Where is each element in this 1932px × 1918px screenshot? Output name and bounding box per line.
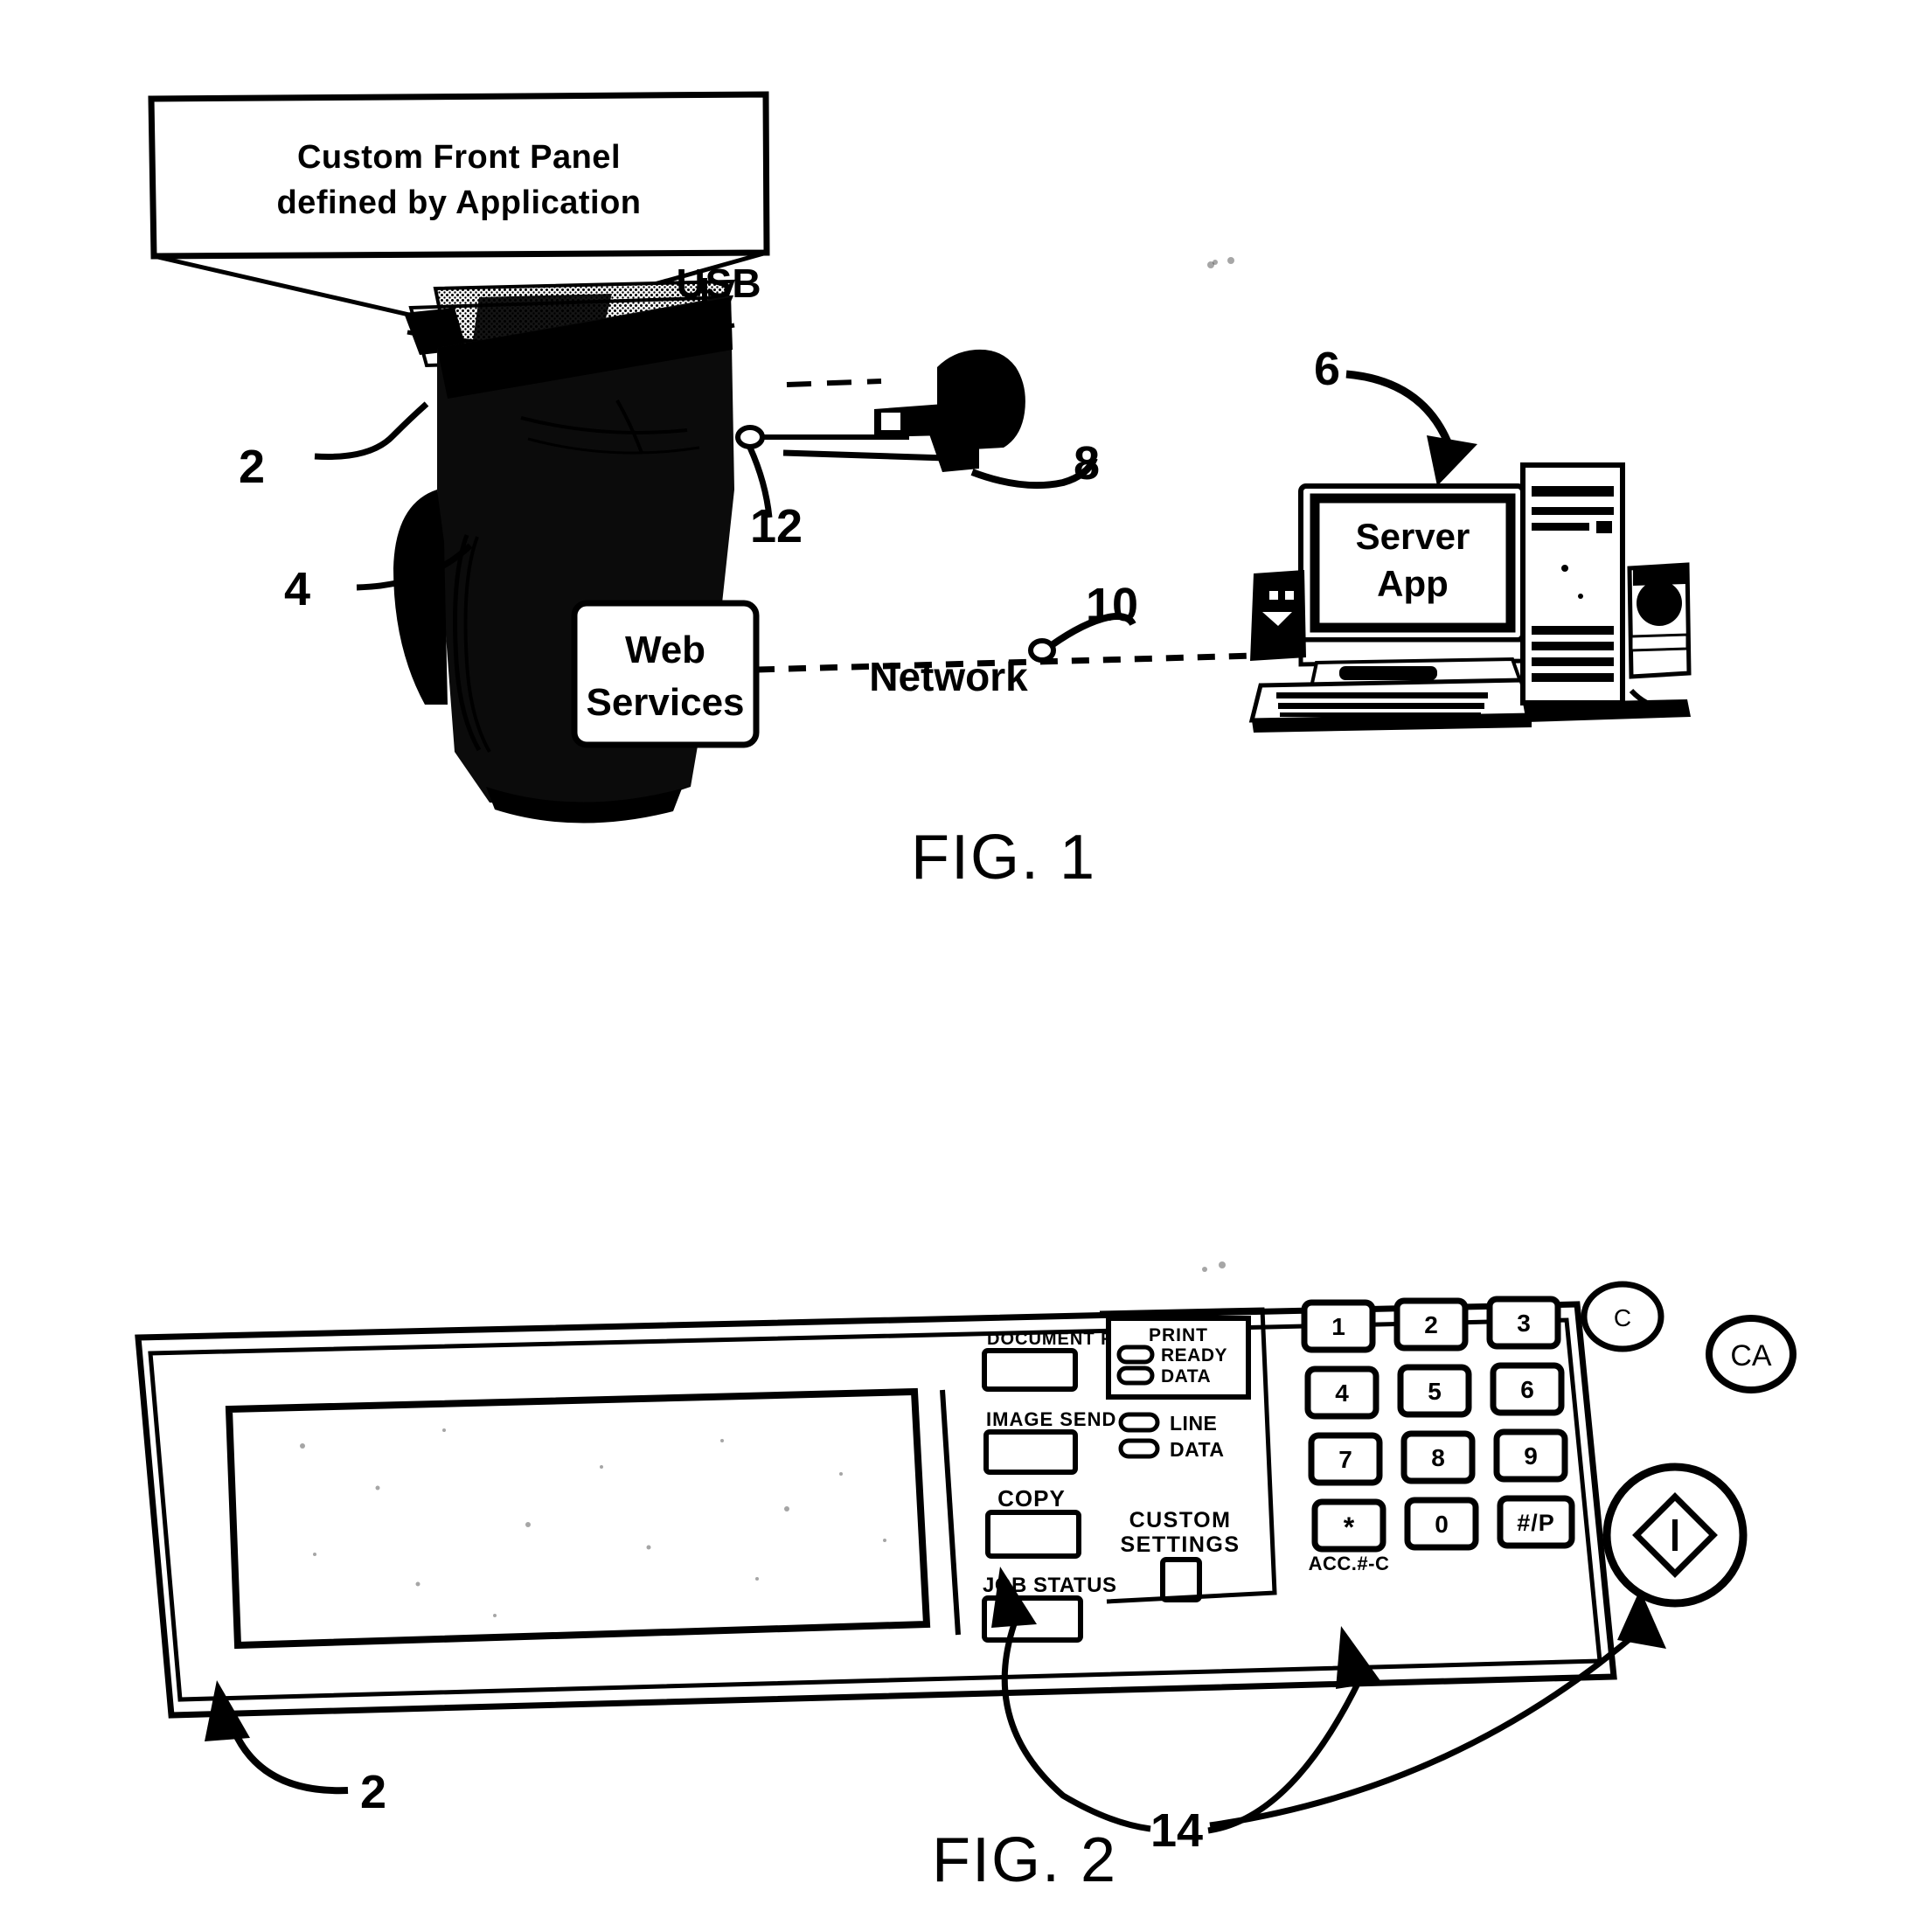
patent-drawing-sheet: Custom Front Panel defined by Applicatio… bbox=[0, 0, 1932, 1918]
scan-artifacts bbox=[1202, 261, 1226, 1272]
